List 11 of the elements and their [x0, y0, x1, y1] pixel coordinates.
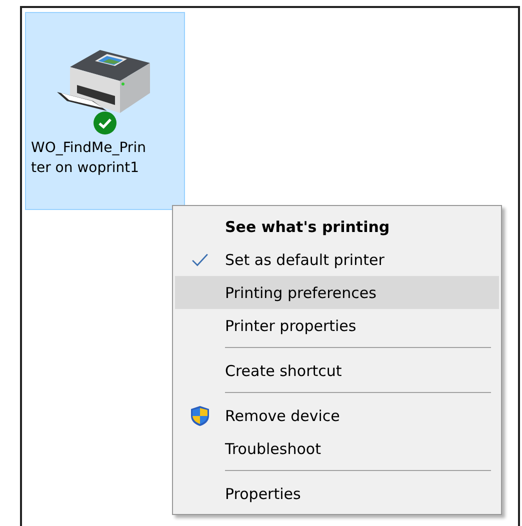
menu-item[interactable]: Troubleshoot [175, 432, 499, 465]
menu-item[interactable]: Printer properties [175, 309, 499, 342]
printer-name: ter on woprint1 [31, 159, 140, 178]
menu-item[interactable]: Remove device [175, 399, 499, 432]
menu-item[interactable]: Set as default printer [175, 243, 499, 276]
menu-item[interactable]: Create shortcut [175, 354, 499, 387]
printer-tile[interactable]: WO_FindMe_Prin ter on woprint1 [25, 12, 185, 210]
menu-item[interactable]: See what's printing [175, 210, 499, 243]
menu-item[interactable]: Properties [175, 477, 499, 510]
menu-item[interactable]: Printing preferences [175, 276, 499, 309]
printer-name: WO_FindMe_Prin [31, 139, 146, 158]
